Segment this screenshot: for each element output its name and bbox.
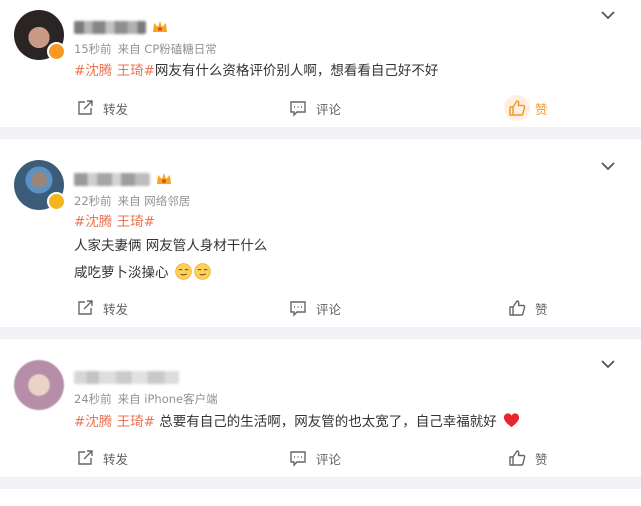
repost-button[interactable]: 转发 <box>76 446 128 470</box>
smirk-emoji <box>194 263 211 280</box>
post-text: #沈腾 王琦# 总要有自己的生活啊，网友管的也太宽了，自己幸福就好 <box>74 412 520 431</box>
like-button[interactable]: 赞 <box>508 296 548 320</box>
comment-label: 评论 <box>316 451 342 467</box>
post-meta: 15秒前 来自 CP粉磕糖日常 <box>74 41 217 57</box>
comment-button[interactable]: 评论 <box>289 446 341 470</box>
post-text-line: 网友有什么资格评价别人啊，想看看自己好不好 <box>154 63 439 79</box>
comment-icon <box>290 301 306 317</box>
repost-label: 转发 <box>103 101 129 117</box>
chevron-down-icon[interactable] <box>597 6 619 24</box>
comment-button[interactable]: 评论 <box>289 96 341 120</box>
chevron-down-icon[interactable] <box>597 157 619 175</box>
action-bar: 转发 评论 赞 <box>0 95 641 121</box>
comment-icon <box>290 451 306 467</box>
topic-link[interactable]: #沈腾 王琦# <box>74 63 155 79</box>
post-text-line: 总要有自己的生活啊，网友管的也太宽了，自己幸福就好 <box>154 414 497 430</box>
like-label: 赞 <box>535 101 548 117</box>
like-label: 赞 <box>535 451 548 467</box>
post-card-2: 22秒前 来自 网络邻居 #沈腾 王琦# 人家夫妻俩 网友管人身材干什么 咸吃萝卜… <box>0 139 641 327</box>
thumbs-up-icon <box>509 300 526 316</box>
post-card-4-partial <box>0 489 641 506</box>
post-source: 来自 iPhone客户端 <box>117 392 218 406</box>
comment-label: 评论 <box>316 101 342 117</box>
post-meta: 24秒前 来自 iPhone客户端 <box>74 391 218 407</box>
post-card-1: 15秒前 来自 CP粉磕糖日常 #沈腾 王琦#网友有什么资格评价别人啊，想看看自己… <box>0 0 641 127</box>
like-label: 赞 <box>535 301 548 317</box>
repost-icon <box>78 100 93 115</box>
post-source: 来自 CP粉磕糖日常 <box>117 42 217 56</box>
red-heart-emoji <box>503 413 520 428</box>
repost-button[interactable]: 转发 <box>76 296 128 320</box>
repost-label: 转发 <box>103 301 129 317</box>
topic-link[interactable]: #沈腾 王琦# <box>74 414 155 430</box>
like-button[interactable]: 赞 <box>504 95 548 121</box>
topic-link[interactable]: #沈腾 王琦# <box>74 214 155 230</box>
post-time[interactable]: 22秒前 <box>74 194 112 208</box>
repost-icon <box>78 450 93 465</box>
post-time[interactable]: 15秒前 <box>74 42 112 56</box>
thumbs-up-icon <box>509 100 526 116</box>
post-text: 人家夫妻俩 网友管人身材干什么 <box>74 237 267 255</box>
repost-icon <box>78 300 93 315</box>
crown-icon <box>153 21 167 32</box>
post-text-line: 人家夫妻俩 网友管人身材干什么 <box>74 238 268 254</box>
verified-badge-icon <box>47 42 66 61</box>
action-bar: 转发 评论 赞 <box>0 296 641 320</box>
username[interactable] <box>74 20 168 34</box>
comment-button[interactable]: 评论 <box>289 296 341 320</box>
like-button[interactable]: 赞 <box>508 446 548 470</box>
post-topic-line: #沈腾 王琦# <box>74 213 155 231</box>
crown-icon <box>157 173 171 184</box>
post-meta: 22秒前 来自 网络邻居 <box>74 193 190 209</box>
post-text: #沈腾 王琦#网友有什么资格评价别人啊，想看看自己好不好 <box>74 62 438 80</box>
comment-icon <box>290 101 306 117</box>
verified-badge-icon <box>47 192 66 211</box>
post-source: 来自 网络邻居 <box>117 194 191 208</box>
post-time[interactable]: 24秒前 <box>74 392 112 406</box>
chevron-down-icon[interactable] <box>597 355 619 373</box>
post-card-3: 24秒前 来自 iPhone客户端 #沈腾 王琦# 总要有自己的生活啊，网友管的也… <box>0 339 641 477</box>
username[interactable] <box>74 370 179 384</box>
comment-label: 评论 <box>316 301 342 317</box>
smirk-emoji <box>175 263 192 280</box>
repost-button[interactable]: 转发 <box>76 96 128 120</box>
avatar[interactable] <box>14 360 64 410</box>
thumbs-up-icon <box>509 450 526 466</box>
repost-label: 转发 <box>103 451 129 467</box>
avatar[interactable] <box>14 160 66 211</box>
post-text: 咸吃萝卜淡操心 <box>74 263 211 282</box>
action-bar: 转发 评论 赞 <box>0 446 641 470</box>
avatar[interactable] <box>14 10 66 61</box>
post-text-line: 咸吃萝卜淡操心 <box>74 265 169 281</box>
username[interactable] <box>74 172 172 186</box>
